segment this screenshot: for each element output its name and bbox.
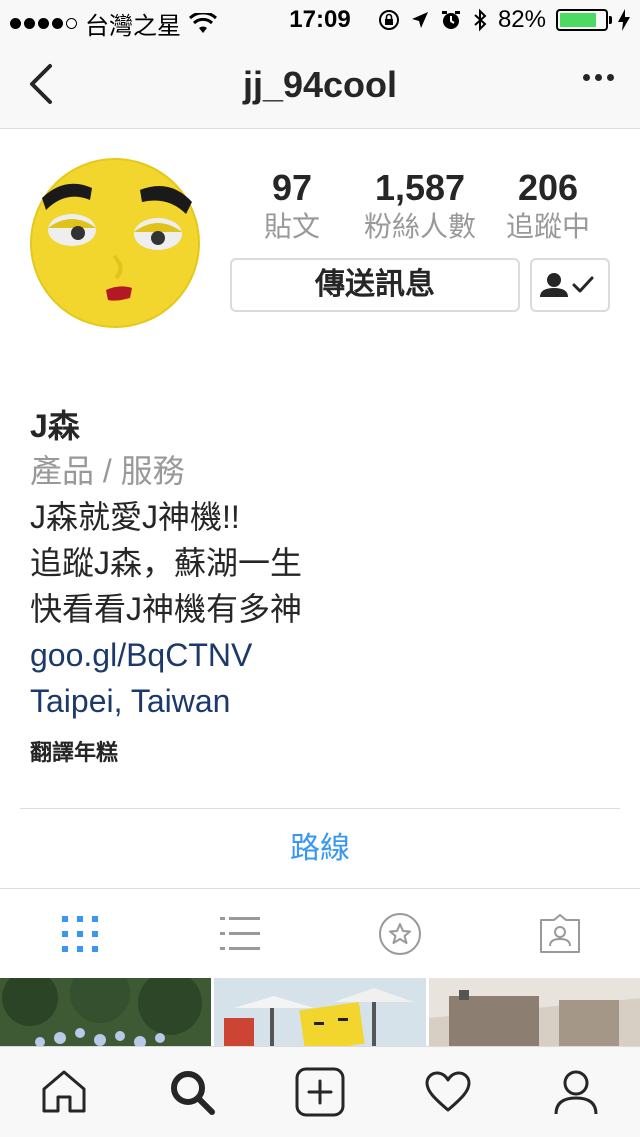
- nav-bar: jj_94cool: [0, 40, 640, 129]
- alarm-icon: [441, 11, 460, 29]
- translate-link[interactable]: 翻譯年糕: [30, 738, 620, 768]
- tab-saved[interactable]: [320, 889, 480, 979]
- tab-grid[interactable]: [0, 889, 160, 979]
- person-check-icon: [540, 273, 594, 297]
- bio-section: J森 產品 / 服務 J森就愛J神機!! 追蹤J森，蘇湖一生 快看看J神機有多神…: [30, 404, 620, 768]
- photo-thumbnail[interactable]: [214, 978, 426, 1048]
- grid-icon: [62, 916, 98, 952]
- tagged-icon: [540, 914, 580, 953]
- followers-count: 1,587: [374, 167, 466, 208]
- page-title: jj_94cool: [242, 64, 398, 105]
- divider: [20, 808, 620, 809]
- directions-button[interactable]: 路線: [0, 810, 640, 888]
- profile-name: J森: [30, 408, 80, 444]
- tab-home[interactable]: [0, 1047, 128, 1137]
- profile-category: 產品 / 服務: [30, 453, 185, 489]
- stat-followers[interactable]: 1,587 粉絲人數: [354, 168, 486, 246]
- stat-posts[interactable]: 97 貼文: [230, 168, 354, 246]
- home-icon: [42, 1070, 86, 1113]
- following-button[interactable]: [530, 258, 610, 312]
- location-icon: [411, 12, 428, 28]
- bluetooth-icon: [474, 8, 487, 32]
- bio-line: J森就愛J神機!!: [30, 499, 240, 535]
- profile-icon: [554, 1070, 598, 1115]
- website-link[interactable]: goo.gl/BqCTNV: [30, 632, 620, 678]
- location-link[interactable]: Taipei, Taiwan: [30, 678, 620, 724]
- tab-add[interactable]: [256, 1047, 384, 1137]
- tab-profile[interactable]: [512, 1047, 640, 1137]
- avatar[interactable]: [30, 158, 200, 328]
- photo-thumbnail[interactable]: [428, 978, 640, 1048]
- add-icon: [295, 1067, 345, 1117]
- photo-thumbnail[interactable]: [0, 978, 212, 1048]
- profile-tabs: [0, 888, 640, 979]
- posts-count: 97: [271, 167, 313, 208]
- orientation-lock-icon: [378, 10, 399, 30]
- heart-icon: [425, 1071, 471, 1112]
- more-dots-icon[interactable]: [583, 74, 614, 81]
- star-icon: [379, 913, 421, 955]
- charging-icon: [618, 9, 630, 31]
- followers-label: 粉絲人數: [363, 211, 476, 242]
- send-message-button[interactable]: 傳送訊息: [230, 258, 520, 312]
- search-icon: [171, 1071, 215, 1115]
- battery-icon: [556, 9, 612, 31]
- status-bar: 台灣之星 17:09 82%: [0, 0, 640, 40]
- tab-tagged[interactable]: [480, 889, 640, 979]
- posts-label: 貼文: [263, 211, 320, 242]
- bio-line: 快看看J神機有多神: [30, 591, 303, 627]
- following-label: 追蹤中: [505, 211, 590, 242]
- tab-search[interactable]: [128, 1047, 256, 1137]
- list-icon: [220, 917, 260, 950]
- battery-percent: 82%: [497, 6, 546, 33]
- bottom-tab-bar: [0, 1046, 640, 1137]
- tab-activity[interactable]: [384, 1047, 512, 1137]
- following-count: 206: [517, 167, 579, 208]
- tab-list[interactable]: [160, 889, 320, 979]
- photo-grid: [0, 978, 640, 1048]
- bio-line: 追蹤J森，蘇湖一生: [30, 545, 303, 581]
- stat-following[interactable]: 206 追蹤中: [486, 168, 610, 246]
- profile-stats: 97 貼文 1,587 粉絲人數 206 追蹤中: [230, 168, 610, 246]
